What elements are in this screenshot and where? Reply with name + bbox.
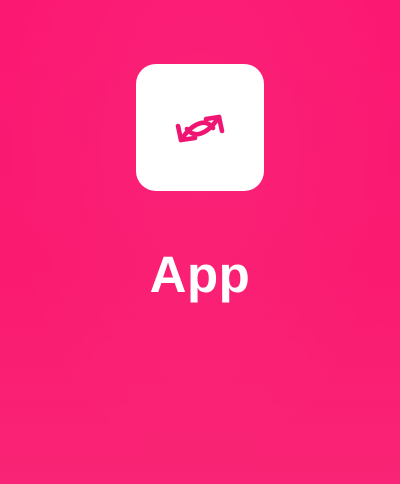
app-name-label: App bbox=[149, 246, 251, 303]
app-launcher[interactable]: App bbox=[0, 64, 400, 300]
app-icon[interactable] bbox=[136, 64, 264, 191]
home-screen: App bbox=[0, 0, 400, 484]
swap-arrows-icon bbox=[168, 96, 232, 160]
